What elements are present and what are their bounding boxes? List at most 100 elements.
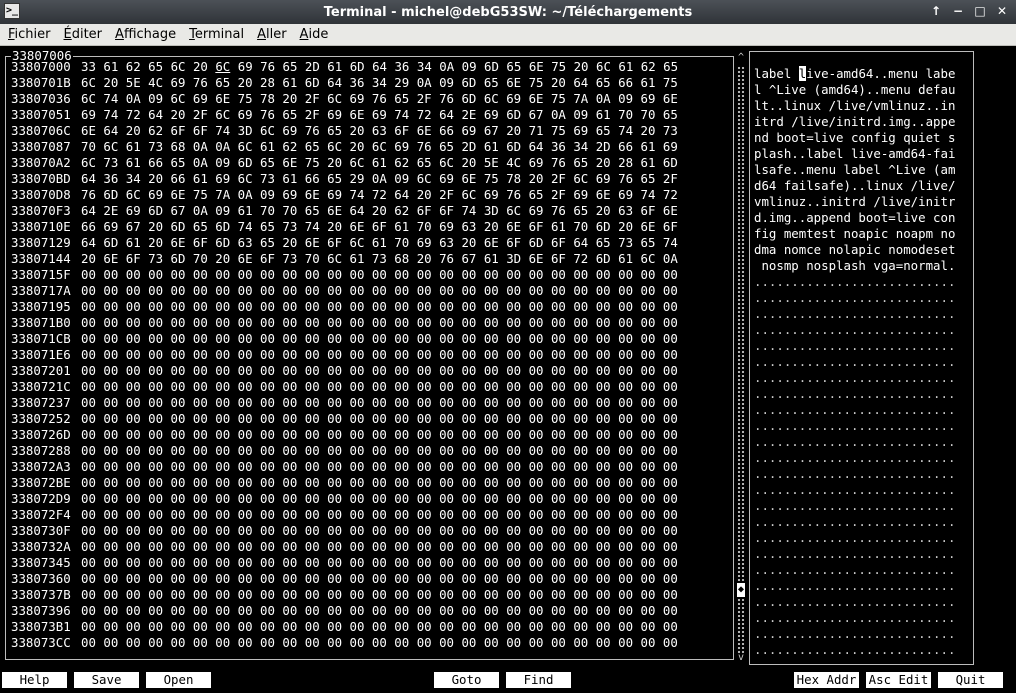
hex-row-bytes[interactable]: 00 00 00 00 00 00 00 00 00 00 00 00 00 0… xyxy=(81,347,678,363)
ascii-empty-line[interactable]: ........................... xyxy=(754,642,955,658)
ascii-line[interactable]: nosmp nosplash vga=normal. xyxy=(754,258,955,274)
hex-row-bytes[interactable]: 00 00 00 00 00 00 00 00 00 00 00 00 00 0… xyxy=(81,603,678,619)
ascii-empty-line[interactable]: ........................... xyxy=(754,450,955,466)
hex-row[interactable]: 33807036 6C 74 0A 09 6C 69 6E 75 78 20 2F… xyxy=(11,91,678,107)
hex-row-bytes[interactable]: 00 00 00 00 00 00 00 00 00 00 00 00 00 0… xyxy=(81,571,678,587)
ascii-empty-line[interactable]: ........................... xyxy=(754,338,955,354)
scroll-track[interactable] xyxy=(737,66,745,654)
hex-row-bytes[interactable]: 64 36 34 20 66 61 69 6C 73 61 66 65 29 0… xyxy=(81,171,678,187)
ascii-empty-line[interactable]: ........................... xyxy=(754,594,955,610)
hex-row-bytes[interactable]: 33 61 62 65 6C 20 6C 69 76 65 2D 61 6D 6… xyxy=(81,59,678,75)
ascii-empty-line[interactable]: ........................... xyxy=(754,306,955,322)
terminal-area[interactable]: 33807006 33807000 33 61 62 65 6C 20 6C 69… xyxy=(0,47,1016,693)
hex-row-bytes[interactable]: 20 6E 6F 73 6D 70 20 6E 6F 73 70 6C 61 7… xyxy=(81,251,678,267)
hex-row-bytes[interactable]: 70 6C 61 73 68 0A 0A 6C 61 62 65 6C 20 6… xyxy=(81,139,678,155)
ascii-empty-line[interactable]: ........................... xyxy=(754,498,955,514)
ascii-line[interactable]: nd boot=live config quiet s xyxy=(754,130,955,146)
hex-row[interactable]: 33807396 00 00 00 00 00 00 00 00 00 00 00… xyxy=(11,603,678,619)
hex-row[interactable]: 338073B1 00 00 00 00 00 00 00 00 00 00 00… xyxy=(11,619,678,635)
hex-row[interactable]: 33807000 33 61 62 65 6C 20 6C 69 76 65 2D… xyxy=(11,59,678,75)
hex-row-bytes[interactable]: 00 00 00 00 00 00 00 00 00 00 00 00 00 0… xyxy=(81,635,678,651)
hex-row-bytes[interactable]: 00 00 00 00 00 00 00 00 00 00 00 00 00 0… xyxy=(81,555,678,571)
hex-row-bytes[interactable]: 00 00 00 00 00 00 00 00 00 00 00 00 00 0… xyxy=(81,379,678,395)
hex-row[interactable]: 338071B0 00 00 00 00 00 00 00 00 00 00 00… xyxy=(11,315,678,331)
hex-row-bytes[interactable]: 00 00 00 00 00 00 00 00 00 00 00 00 00 0… xyxy=(81,411,678,427)
ascii-line[interactable]: d64 failsafe)..linux /live/ xyxy=(754,178,955,194)
hex-row-bytes[interactable]: 76 6D 6C 69 6E 75 7A 0A 09 69 6E 69 74 7… xyxy=(81,187,678,203)
hex-row-bytes[interactable]: 00 00 00 00 00 00 00 00 00 00 00 00 00 0… xyxy=(81,267,678,283)
hex-row-bytes[interactable]: 00 00 00 00 00 00 00 00 00 00 00 00 00 0… xyxy=(81,523,678,539)
open-button[interactable]: Open xyxy=(146,672,211,688)
ascii-pane[interactable]: label live-amd64..menu labe l ^Live (amd6… xyxy=(749,51,974,665)
vertical-scrollbar[interactable]: ^ ◆ v xyxy=(737,52,745,664)
ascii-empty-line[interactable]: ........................... xyxy=(754,626,955,642)
hex-row-bytes[interactable]: 6C 20 5E 4C 69 76 65 20 28 61 6D 64 36 3… xyxy=(81,75,678,91)
hex-row-bytes[interactable]: 64 6D 61 20 6E 6F 6D 63 65 20 6E 6F 6C 6… xyxy=(81,235,678,251)
hex-row[interactable]: 3380717A 00 00 00 00 00 00 00 00 00 00 00… xyxy=(11,283,678,299)
hex-row[interactable]: 3380730F 00 00 00 00 00 00 00 00 00 00 00… xyxy=(11,523,678,539)
hex-row-bytes[interactable]: 00 00 00 00 00 00 00 00 00 00 00 00 00 0… xyxy=(81,427,678,443)
hex-row[interactable]: 3380701B 6C 20 5E 4C 69 76 65 20 28 61 6D… xyxy=(11,75,678,91)
hex-row[interactable]: 33807237 00 00 00 00 00 00 00 00 00 00 00… xyxy=(11,395,678,411)
hex-row[interactable]: 338072D9 00 00 00 00 00 00 00 00 00 00 00… xyxy=(11,491,678,507)
hex-row-bytes[interactable]: 00 00 00 00 00 00 00 00 00 00 00 00 00 0… xyxy=(81,315,678,331)
ascii-empty-line[interactable]: ........................... xyxy=(754,434,955,450)
terminal-app-icon[interactable]: >_ xyxy=(4,3,20,19)
ascii-line[interactable]: label live-amd64..menu labe xyxy=(754,66,955,82)
hex-row[interactable]: 33807345 00 00 00 00 00 00 00 00 00 00 00… xyxy=(11,555,678,571)
ascii-empty-line[interactable]: ........................... xyxy=(754,274,955,290)
find-button[interactable]: Find xyxy=(506,672,571,688)
hex-row[interactable]: 338070F3 64 2E 69 6D 67 0A 09 61 70 70 65… xyxy=(11,203,678,219)
ascii-line[interactable]: plash..label live-amd64-fai xyxy=(754,146,955,162)
menu-fichier[interactable]: Fichier xyxy=(3,27,56,42)
hex-row-bytes[interactable]: 00 00 00 00 00 00 00 00 00 00 00 00 00 0… xyxy=(81,459,678,475)
hex-row-bytes[interactable]: 6C 73 61 66 65 0A 09 6D 65 6E 75 20 6C 6… xyxy=(81,155,678,171)
hex-row[interactable]: 3380732A 00 00 00 00 00 00 00 00 00 00 00… xyxy=(11,539,678,555)
hex-row-bytes[interactable]: 64 2E 69 6D 67 0A 09 61 70 70 65 6E 64 2… xyxy=(81,203,678,219)
scroll-down-arrow-icon[interactable]: v xyxy=(737,652,745,664)
hex-row[interactable]: 338073CC 00 00 00 00 00 00 00 00 00 00 00… xyxy=(11,635,678,651)
ascii-empty-line[interactable]: ........................... xyxy=(754,322,955,338)
help-button[interactable]: Help xyxy=(2,672,67,688)
ascii-line[interactable]: vmlinuz..initrd /live/initr xyxy=(754,194,955,210)
ascii-line[interactable]: fig memtest noapic noapm no xyxy=(754,226,955,242)
minimize-icon[interactable]: − xyxy=(950,3,966,19)
hex-row-bytes[interactable]: 00 00 00 00 00 00 00 00 00 00 00 00 00 0… xyxy=(81,395,678,411)
hex-row-bytes[interactable]: 00 00 00 00 00 00 00 00 00 00 00 00 00 0… xyxy=(81,507,678,523)
hex-row-bytes[interactable]: 00 00 00 00 00 00 00 00 00 00 00 00 00 0… xyxy=(81,619,678,635)
ascii-empty-line[interactable]: ........................... xyxy=(754,386,955,402)
hex-row[interactable]: 3380737B 00 00 00 00 00 00 00 00 00 00 00… xyxy=(11,587,678,603)
hex-row[interactable]: 338070D8 76 6D 6C 69 6E 75 7A 0A 09 69 6E… xyxy=(11,187,678,203)
ascii-empty-line[interactable]: ........................... xyxy=(754,578,955,594)
hex-row-bytes[interactable]: 6E 64 20 62 6F 6F 74 3D 6C 69 76 65 20 6… xyxy=(81,123,678,139)
ascii-empty-line[interactable]: ........................... xyxy=(754,370,955,386)
ascii-line[interactable]: itrd /live/initrd.img..appe xyxy=(754,114,955,130)
ascii-empty-line[interactable]: ........................... xyxy=(754,546,955,562)
menu-terminal[interactable]: Terminal xyxy=(184,27,249,42)
hex-row[interactable]: 33807051 69 74 72 64 20 2F 6C 69 76 65 2F… xyxy=(11,107,678,123)
ascii-empty-line[interactable]: ........................... xyxy=(754,530,955,546)
hex-row[interactable]: 33807087 70 6C 61 73 68 0A 0A 6C 61 62 65… xyxy=(11,139,678,155)
hex-row[interactable]: 3380710E 66 69 67 20 6D 65 6D 74 65 73 74… xyxy=(11,219,678,235)
scroll-thumb[interactable]: ◆ xyxy=(737,582,745,597)
shade-up-icon[interactable]: ↑ xyxy=(928,3,944,19)
ascii-empty-line[interactable]: ........................... xyxy=(754,354,955,370)
ascii-empty-line[interactable]: ........................... xyxy=(754,562,955,578)
hex-row[interactable]: 33807129 64 6D 61 20 6E 6F 6D 63 65 20 6E… xyxy=(11,235,678,251)
hex-row-bytes[interactable]: 00 00 00 00 00 00 00 00 00 00 00 00 00 0… xyxy=(81,283,678,299)
hex-row-bytes[interactable]: 66 69 67 20 6D 65 6D 74 65 73 74 20 6E 6… xyxy=(81,219,678,235)
menu-affichage[interactable]: Affichage xyxy=(110,27,181,42)
ascii-empty-line[interactable]: ........................... xyxy=(754,610,955,626)
hex-row-bytes[interactable]: 00 00 00 00 00 00 00 00 00 00 00 00 00 0… xyxy=(81,331,678,347)
goto-button[interactable]: Goto xyxy=(434,672,499,688)
hex-row-bytes[interactable]: 00 00 00 00 00 00 00 00 00 00 00 00 00 0… xyxy=(81,587,678,603)
hex-row-bytes[interactable]: 69 74 72 64 20 2F 6C 69 76 65 2F 69 6E 6… xyxy=(81,107,678,123)
ascii-empty-line[interactable]: ........................... xyxy=(754,418,955,434)
hex-row[interactable]: 338072A3 00 00 00 00 00 00 00 00 00 00 00… xyxy=(11,459,678,475)
hex-pane[interactable]: 33807006 33807000 33 61 62 65 6C 20 6C 69… xyxy=(5,48,734,660)
hex-row[interactable]: 338072F4 00 00 00 00 00 00 00 00 00 00 00… xyxy=(11,507,678,523)
close-icon[interactable]: ✕ xyxy=(994,3,1010,19)
ascii-line[interactable]: dma nomce nolapic nomodeset xyxy=(754,242,955,258)
hex-row-bytes[interactable]: 6C 74 0A 09 6C 69 6E 75 78 20 2F 6C 69 7… xyxy=(81,91,678,107)
hex-row[interactable]: 3380726D 00 00 00 00 00 00 00 00 00 00 00… xyxy=(11,427,678,443)
